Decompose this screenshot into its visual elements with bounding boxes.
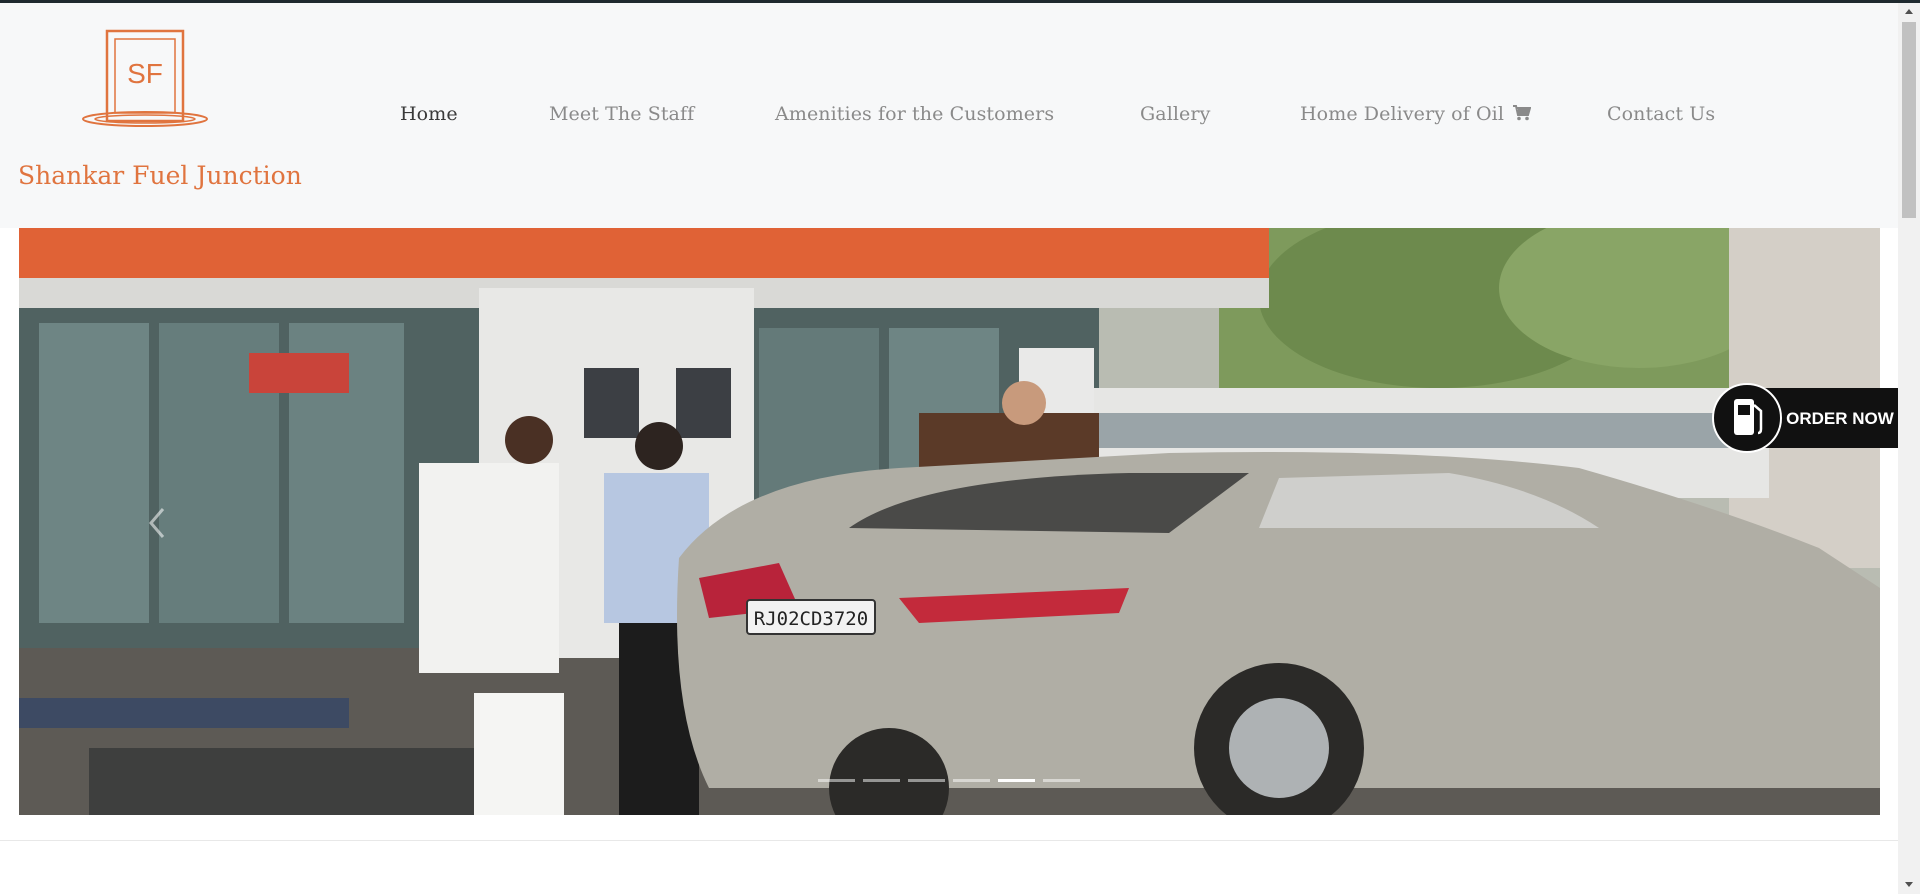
- carousel-indicator[interactable]: [863, 779, 900, 782]
- scroll-down-icon[interactable]: [1903, 880, 1915, 890]
- main-nav: Home Meet The Staff Amenities for the Cu…: [0, 103, 1898, 135]
- order-now-button[interactable]: ORDER NOW: [1712, 383, 1900, 453]
- logo-text: SF: [127, 58, 163, 89]
- cart-icon: [1513, 105, 1532, 121]
- carousel-prev-icon[interactable]: [145, 505, 169, 541]
- scroll-up-icon[interactable]: [1903, 6, 1915, 16]
- nav-amenities[interactable]: Amenities for the Customers: [775, 103, 1054, 125]
- nav-home-delivery-label[interactable]: Home Delivery of Oil: [1300, 103, 1504, 125]
- carousel-indicator[interactable]: [818, 779, 855, 782]
- nav-meet-the-staff[interactable]: Meet The Staff: [549, 103, 694, 125]
- hero-slide-image: RJ02CD3720: [19, 228, 1880, 815]
- carousel-indicator[interactable]: [1043, 779, 1080, 782]
- scrollbar-thumb[interactable]: [1902, 22, 1916, 218]
- hero-carousel[interactable]: RJ02CD3720: [19, 228, 1880, 815]
- brand-name[interactable]: Shankar Fuel Junction: [18, 161, 302, 190]
- carousel-indicator-active[interactable]: [998, 779, 1035, 782]
- nav-contact-us[interactable]: Contact Us: [1607, 103, 1715, 125]
- order-now-label: ORDER NOW: [1786, 409, 1895, 428]
- carousel-indicators: [818, 779, 1080, 785]
- carousel-indicator[interactable]: [953, 779, 990, 782]
- license-plate-text: RJ02CD3720: [754, 608, 868, 630]
- nav-gallery[interactable]: Gallery: [1140, 103, 1210, 125]
- nav-home-delivery[interactable]: Home Delivery of Oil: [1300, 103, 1532, 125]
- site-header: SF Shankar Fuel Junction Home Meet The S…: [0, 3, 1898, 228]
- carousel-indicator[interactable]: [908, 779, 945, 782]
- nav-home[interactable]: Home: [400, 103, 458, 125]
- section-divider: [0, 840, 1898, 841]
